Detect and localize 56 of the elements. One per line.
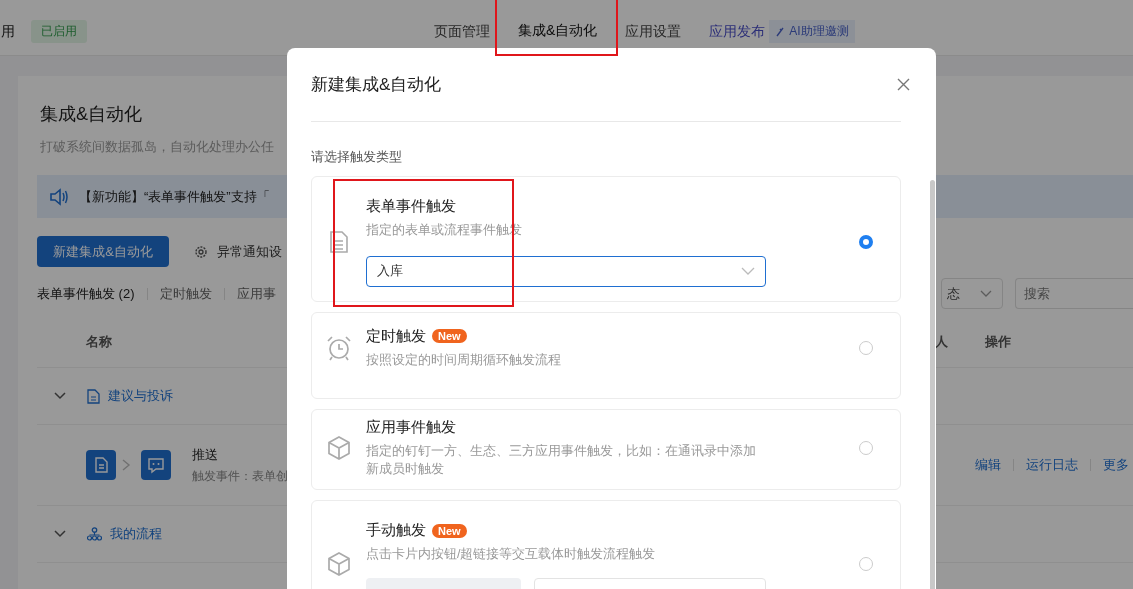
column-header: 操作 — [985, 333, 1011, 351]
nav-tab[interactable]: 应用设置 — [625, 8, 682, 55]
option-description: 点击卡片内按钮/超链接等交互载体时触发流程触发 — [366, 546, 657, 563]
option-title: 定时触发 — [366, 326, 426, 346]
status-badge: 已启用 — [31, 20, 87, 43]
column-header: 名称 — [86, 333, 112, 351]
group-link[interactable]: 我的流程 — [110, 525, 162, 543]
new-badge: New — [432, 523, 467, 538]
ai-badge[interactable]: AI助理邀测 — [769, 20, 855, 43]
chevron-down-icon — [741, 267, 755, 276]
document-icon — [87, 388, 100, 404]
org-chart-icon — [87, 527, 102, 541]
option-title: 表单事件触发 — [366, 197, 456, 216]
trigger-tab[interactable]: 表单事件触发 (2) — [37, 284, 135, 303]
chevron-down-icon — [980, 289, 992, 298]
cube-icon — [327, 551, 351, 578]
close-icon[interactable] — [897, 78, 910, 91]
chevron-right-icon — [121, 458, 131, 472]
trigger-option-card[interactable]: 定时触发 New 按照设定的时间周期循环触发流程 — [311, 311, 901, 399]
modal-title: 新建集成&自动化 — [311, 74, 442, 96]
option-title: 应用事件触发 — [366, 417, 456, 437]
ai-badge-text: AI助理邀测 — [789, 23, 849, 40]
trigger-tab[interactable]: 应用事 — [236, 284, 276, 303]
flow-trigger-text: 触发事件：表单创 — [192, 467, 288, 485]
option-description: 按照设定的时间周期循环触发流程 — [366, 351, 562, 369]
message-node-icon — [141, 450, 171, 480]
nav-tab[interactable]: 页面管理 — [434, 8, 490, 55]
row-action-link[interactable]: 运行日志 — [1026, 456, 1078, 474]
row-action-link[interactable]: 编辑 — [975, 456, 1001, 474]
speaker-icon — [49, 187, 69, 206]
publish-link[interactable]: 应用发布 — [709, 22, 766, 41]
page-title: 集成&自动化 — [40, 103, 143, 126]
page-description: 打破系统间数据孤岛，自动化处理办公任 — [40, 138, 275, 156]
status-dropdown[interactable]: 态 — [941, 278, 1003, 309]
cube-icon — [327, 435, 351, 462]
radio-button[interactable] — [859, 234, 873, 249]
form-select[interactable]: 入库 — [366, 255, 766, 287]
trigger-type-label: 请选择触发类型 — [311, 148, 403, 166]
trigger-tab[interactable]: 定时触发 — [159, 284, 212, 303]
alert-settings-link[interactable]: 异常通知设 — [217, 242, 282, 261]
form-node-icon — [86, 450, 116, 480]
row-action-link[interactable]: 更多 — [1103, 456, 1129, 474]
scrollbar[interactable] — [930, 180, 935, 589]
option-title: 手动触发 — [366, 521, 426, 540]
column-header: 人 — [935, 333, 948, 351]
document-icon — [329, 229, 349, 254]
app-status-text: 用 — [1, 22, 15, 41]
search-field[interactable]: 搜索 — [1015, 278, 1133, 309]
new-badge: New — [432, 329, 467, 344]
notice-text: 【新功能】“表单事件触发”支持「 — [79, 187, 270, 206]
flow-name: 推送 — [192, 445, 219, 464]
alarm-clock-icon — [326, 335, 352, 362]
new-automation-button[interactable]: 新建集成&自动化 — [37, 236, 169, 267]
settings-icon — [194, 244, 208, 259]
group-link[interactable]: 建议与投诉 — [108, 387, 173, 405]
trigger-option-card[interactable]: 手动触发 New 点击卡片内按钮/超链接等交互载体时触发流程触发 — [311, 500, 901, 589]
